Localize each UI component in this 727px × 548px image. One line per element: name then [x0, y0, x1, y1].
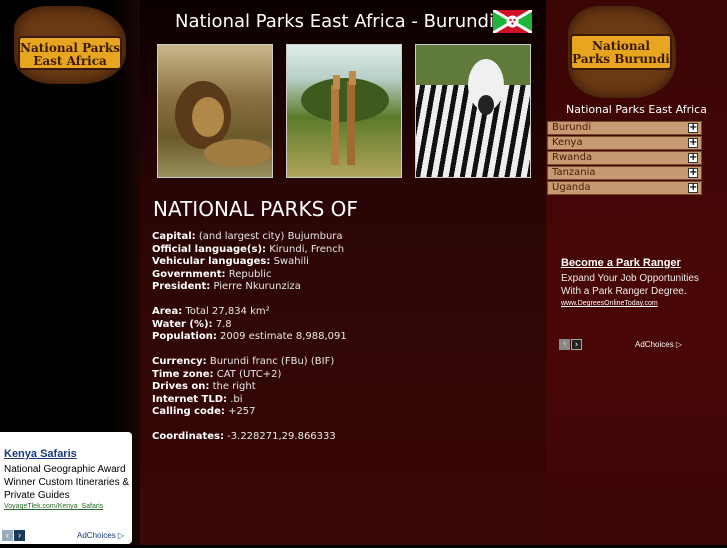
menu-item-kenya[interactable]: Kenya + — [547, 136, 702, 150]
fact-calling-code: Calling code: +257 — [152, 406, 256, 417]
chevron-left-icon[interactable]: ‹ — [2, 530, 13, 541]
menu-item-label: Kenya — [552, 137, 583, 148]
chevron-right-icon[interactable]: › — [14, 530, 25, 541]
expand-plus-icon[interactable]: + — [688, 123, 698, 133]
burundi-flag-icon — [493, 10, 532, 33]
ad-left-title-link[interactable]: Kenya Safaris — [4, 448, 77, 460]
menu-item-uganda[interactable]: Uganda + — [547, 181, 702, 195]
expand-plus-icon[interactable]: + — [688, 183, 698, 193]
fact-president: President: Pierre Nkurunziza — [152, 281, 301, 292]
ad-choices-link[interactable]: AdChoices ▷ — [77, 531, 124, 540]
ad-right-body: Expand Your Job Opportunities With a Par… — [561, 273, 699, 297]
page-title: National Parks East Africa - Burundi — [175, 11, 494, 32]
ad-right-url-link[interactable]: www.DegreesOnlineToday.com — [561, 300, 706, 307]
menu-item-burundi[interactable]: Burundi + — [547, 121, 702, 135]
fact-official-languages: Official language(s): Kirundi, French — [152, 243, 345, 255]
expand-plus-icon[interactable]: + — [688, 138, 698, 148]
fact-area: Area: Total 27,834 km² — [152, 306, 270, 317]
fact-capital: Capital: (and largest city) Bujumbura — [152, 231, 343, 242]
expand-plus-icon[interactable]: + — [688, 153, 698, 163]
logo-left-label: National Parks East Africa — [18, 36, 122, 70]
chevron-right-icon[interactable]: › — [571, 339, 582, 350]
site-logo-burundi[interactable]: National Parks Burundi — [568, 6, 676, 98]
fact-drives-on: Drives on: the right — [152, 381, 256, 392]
adchoices-triangle-icon: ▷ — [117, 531, 125, 540]
zebra-photo — [415, 44, 531, 178]
ad-choices-link[interactable]: AdChoices ▷ — [635, 340, 682, 349]
fact-water: Water (%): 7.8 — [152, 318, 232, 330]
menu-item-tanzania[interactable]: Tanzania + — [547, 166, 702, 180]
menu-item-label: Uganda — [552, 182, 591, 193]
fact-vehicular-languages: Vehicular languages: Swahili — [152, 256, 309, 267]
adchoices-triangle-icon: ▷ — [675, 340, 683, 349]
section-heading: NATIONAL PARKS OF — [153, 197, 358, 221]
chevron-left-icon[interactable]: ‹ — [559, 339, 570, 350]
site-logo-east-africa[interactable]: National Parks East Africa — [14, 6, 126, 84]
fact-internet-tld: Internet TLD: .bi — [152, 393, 243, 405]
country-menu: Burundi + Kenya + Rwanda + Tanzania + Uganda… — [547, 121, 702, 196]
ad-left-body: National Geographic Award Winner Custom … — [4, 464, 130, 501]
logo-right-label: National Parks Burundi — [570, 34, 672, 70]
fact-population: Population: 2009 estimate 8,988,091 — [152, 331, 347, 342]
ad-left-url-link[interactable]: VoyageTlek.com/Kenya_Safaris — [4, 503, 103, 510]
expand-plus-icon[interactable]: + — [688, 168, 698, 178]
menu-item-label: Rwanda — [552, 152, 593, 163]
ad-kenya-safaris: Kenya Safaris National Geographic Award … — [0, 432, 132, 544]
sidebar-heading: National Parks East Africa — [566, 103, 707, 116]
fact-government: Government: Republic — [152, 268, 272, 280]
fact-time-zone: Time zone: CAT (UTC+2) — [152, 368, 282, 380]
ad-right-nav: ‹ › — [559, 339, 583, 358]
ad-right-title-link[interactable]: Become a Park Ranger — [561, 257, 706, 269]
ad-left-nav: ‹ › — [2, 530, 26, 548]
menu-item-label: Burundi — [552, 122, 592, 133]
country-facts: Capital: (and largest city) Bujumbura Of… — [152, 231, 532, 444]
ad-park-ranger: Become a Park Ranger Expand Your Job Opp… — [561, 257, 706, 307]
fact-currency: Currency: Burundi franc (FBu) (BIF) — [152, 356, 335, 367]
fact-coordinates: Coordinates: -3.228271,29.866333 — [152, 431, 336, 442]
giraffes-photo — [286, 44, 402, 178]
lion-photo — [157, 44, 273, 178]
menu-item-label: Tanzania — [552, 167, 596, 178]
menu-item-rwanda[interactable]: Rwanda + — [547, 151, 702, 165]
